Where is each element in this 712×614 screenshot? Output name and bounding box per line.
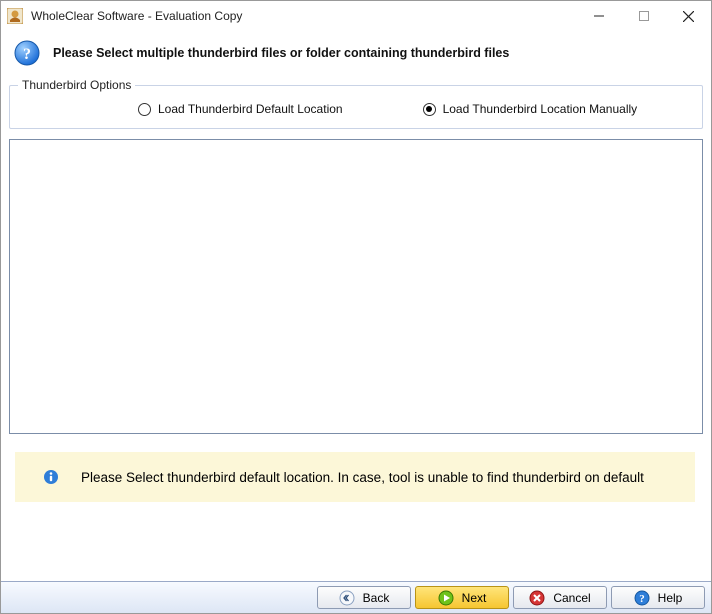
window-controls <box>576 1 711 31</box>
info-icon <box>43 469 59 485</box>
footer-button-bar: Back Next Cancel ? Help <box>1 581 711 613</box>
content-area: Thunderbird Options Load Thunderbird Def… <box>1 75 711 581</box>
info-bar: Please Select thunderbird default locati… <box>15 452 695 502</box>
maximize-button[interactable] <box>621 1 666 31</box>
help-button[interactable]: ? Help <box>611 586 705 609</box>
next-button-label: Next <box>462 591 487 605</box>
radio-dot-icon <box>138 103 151 116</box>
cancel-icon <box>529 590 545 606</box>
radio-load-default[interactable]: Load Thunderbird Default Location <box>138 102 343 116</box>
minimize-button[interactable] <box>576 1 621 31</box>
play-icon <box>438 590 454 606</box>
header-row: ? Please Select multiple thunderbird fil… <box>1 31 711 75</box>
window-title: WholeClear Software - Evaluation Copy <box>31 9 242 23</box>
help-icon: ? <box>634 590 650 606</box>
back-button-label: Back <box>363 591 390 605</box>
radio-default-label: Load Thunderbird Default Location <box>158 102 343 116</box>
back-arrow-icon <box>339 590 355 606</box>
cancel-button-label: Cancel <box>553 591 590 605</box>
header-text: Please Select multiple thunderbird files… <box>53 46 509 60</box>
file-list-panel[interactable] <box>9 139 703 434</box>
help-button-label: Help <box>658 591 683 605</box>
cancel-button[interactable]: Cancel <box>513 586 607 609</box>
radio-manual-label: Load Thunderbird Location Manually <box>443 102 638 116</box>
group-legend: Thunderbird Options <box>18 78 135 92</box>
svg-text:?: ? <box>639 593 645 605</box>
titlebar: WholeClear Software - Evaluation Copy <box>1 1 711 31</box>
radio-row: Load Thunderbird Default Location Load T… <box>20 102 692 116</box>
back-button[interactable]: Back <box>317 586 411 609</box>
close-button[interactable] <box>666 1 711 31</box>
thunderbird-options-group: Thunderbird Options Load Thunderbird Def… <box>9 85 703 129</box>
radio-load-manual[interactable]: Load Thunderbird Location Manually <box>423 102 638 116</box>
app-icon <box>7 8 23 24</box>
radio-dot-icon <box>423 103 436 116</box>
question-icon: ? <box>13 39 41 67</box>
info-text: Please Select thunderbird default locati… <box>81 470 644 485</box>
next-button[interactable]: Next <box>415 586 509 609</box>
svg-text:?: ? <box>23 46 31 63</box>
